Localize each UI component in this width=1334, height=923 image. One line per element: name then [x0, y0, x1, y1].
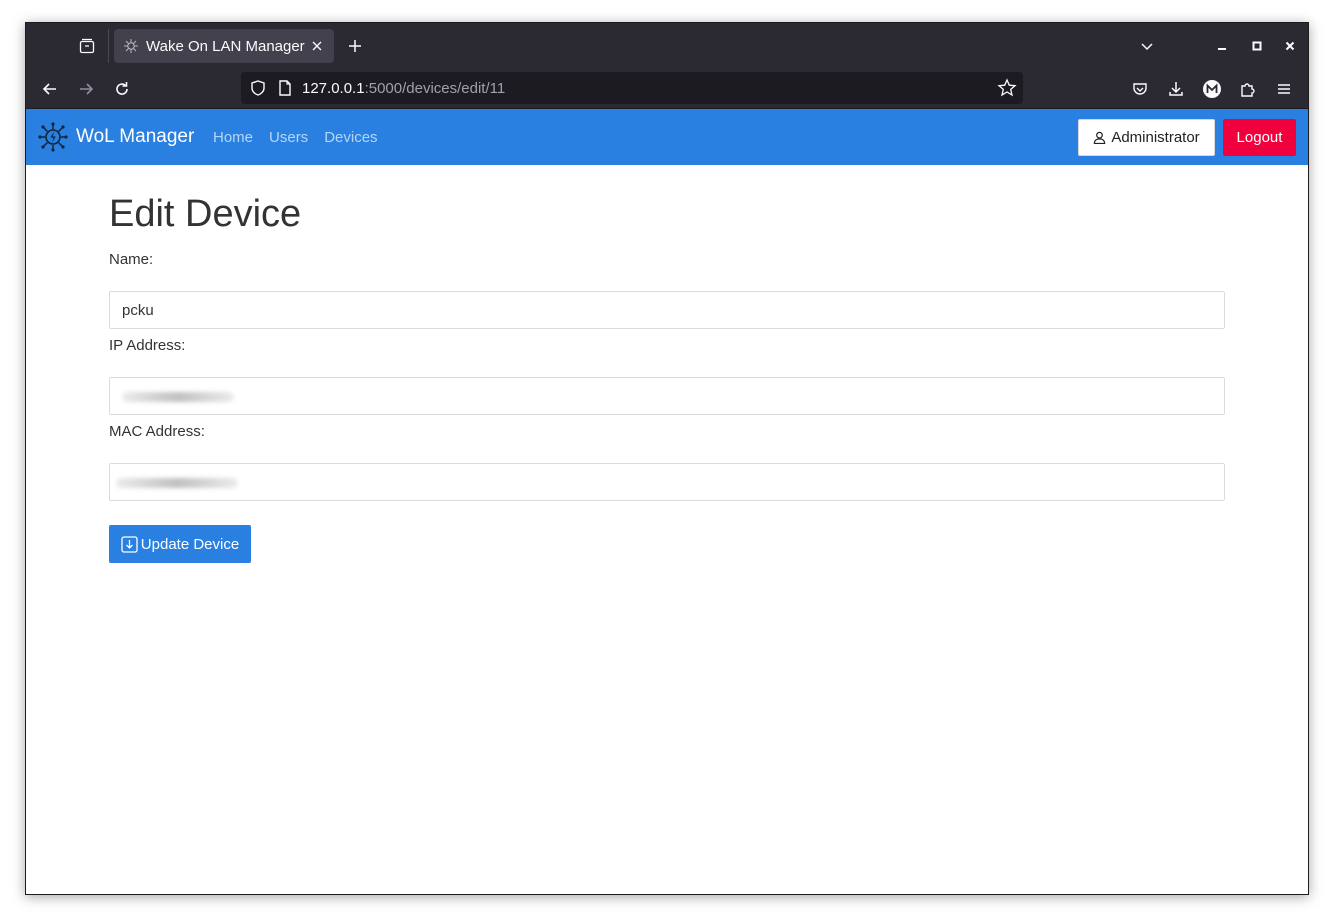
maximize-icon[interactable] [1246, 35, 1268, 57]
mac-address-input[interactable] [109, 463, 1225, 501]
redacted-value [122, 392, 234, 402]
reload-icon[interactable] [109, 76, 135, 102]
name-label: Name: [109, 251, 154, 268]
url-host: 127.0.0.1 [302, 80, 365, 97]
page-info-icon[interactable] [277, 79, 293, 102]
forward-icon[interactable] [73, 76, 99, 102]
downloads-icon[interactable] [1163, 76, 1189, 102]
tab-separator [108, 29, 109, 63]
url-path: :5000/devices/edit/11 [364, 80, 506, 97]
browser-window: Wake On LAN Manager 127.0.0.1:5000/devic… [25, 22, 1309, 895]
close-window-icon[interactable] [1279, 35, 1301, 57]
shield-icon[interactable] [249, 79, 267, 102]
redacted-value [116, 478, 238, 488]
user-profile-label: Administrator [1111, 129, 1200, 146]
back-icon[interactable] [37, 76, 63, 102]
brand-name: WoL Manager [76, 126, 195, 147]
mac-address-label: MAC Address: [109, 423, 205, 440]
user-icon [1093, 131, 1106, 144]
bookmark-star-icon[interactable] [997, 78, 1017, 103]
app-navbar: WoL Manager Home Users Devices Administr… [26, 109, 1308, 165]
tab-list-chevron-icon[interactable] [1136, 35, 1158, 57]
page-viewport: WoL Manager Home Users Devices Administr… [26, 109, 1308, 894]
nav-link-users[interactable]: Users [269, 129, 308, 146]
logout-button[interactable]: Logout [1223, 119, 1296, 156]
brand-link[interactable]: WoL Manager [38, 122, 194, 152]
menu-icon[interactable] [1271, 76, 1297, 102]
page-title: Edit Device [109, 193, 302, 235]
save-download-icon [121, 535, 138, 553]
update-device-button[interactable]: Update Device [109, 525, 251, 563]
user-profile-button[interactable]: Administrator [1078, 119, 1215, 156]
update-device-label: Update Device [140, 535, 240, 553]
ip-address-input[interactable] [109, 377, 1225, 415]
nav-link-home[interactable]: Home [213, 129, 253, 146]
browser-tab[interactable]: Wake On LAN Manager [114, 29, 334, 63]
new-tab-icon[interactable] [344, 35, 366, 57]
ip-address-label: IP Address: [109, 337, 186, 354]
close-tab-icon[interactable] [308, 37, 326, 55]
extensions-icon[interactable] [1235, 76, 1261, 102]
tab-title: Wake On LAN Manager [146, 37, 305, 55]
tab-overview-icon[interactable] [76, 35, 98, 57]
app-nav-links: Home Users Devices [213, 129, 378, 146]
account-avatar-icon[interactable] [1199, 76, 1225, 102]
brand-logo-icon [38, 122, 68, 152]
url-text: 127.0.0.1:5000/devices/edit/11 [302, 80, 505, 97]
url-bar[interactable]: 127.0.0.1:5000/devices/edit/11 [241, 72, 1023, 104]
pocket-icon[interactable] [1127, 76, 1153, 102]
minimize-icon[interactable] [1211, 35, 1233, 57]
favicon-icon [122, 37, 140, 55]
name-input[interactable] [109, 291, 1225, 329]
nav-link-devices[interactable]: Devices [324, 129, 377, 146]
tab-strip: Wake On LAN Manager [26, 23, 1308, 68]
browser-toolbar: 127.0.0.1:5000/devices/edit/11 [26, 68, 1308, 109]
